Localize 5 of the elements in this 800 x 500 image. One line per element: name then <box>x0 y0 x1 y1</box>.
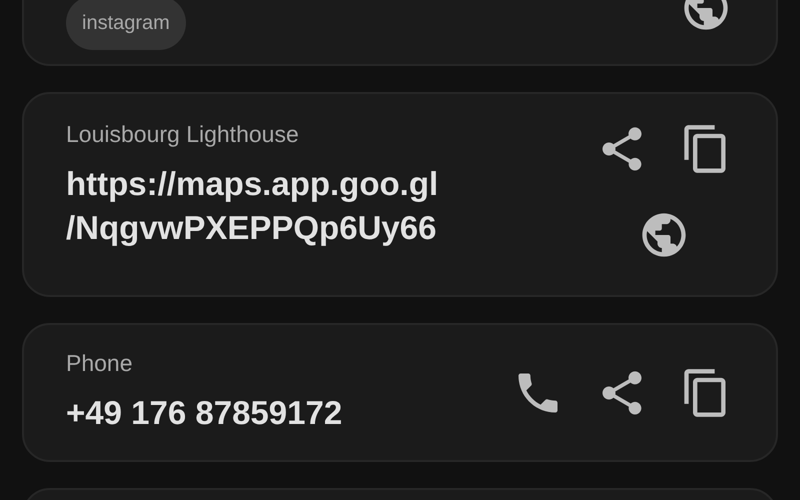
field-label: Louisbourg Lighthouse <box>66 121 300 148</box>
link-url: https://maps.app.goo.gl /NqgvwPXEPPQp6Uy66 <box>66 164 438 248</box>
tag-chip[interactable]: instagram <box>66 0 186 50</box>
field-label: Phone <box>66 350 134 377</box>
phone-number: +49 176 87859172 <box>66 393 342 433</box>
